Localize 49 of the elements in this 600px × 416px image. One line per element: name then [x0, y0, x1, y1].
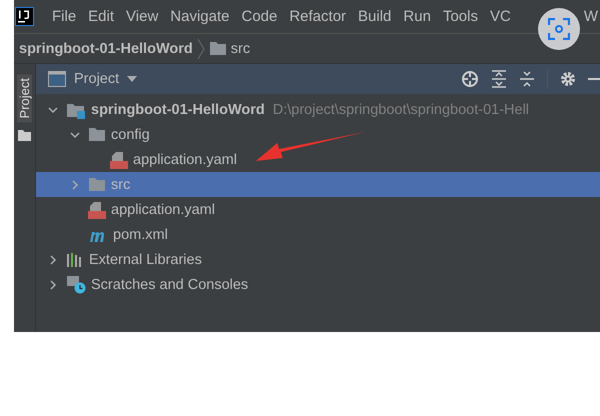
folder-icon [18, 130, 31, 142]
target-icon[interactable] [461, 70, 479, 88]
tree-item-label: application.yaml [111, 202, 215, 218]
tree-row[interactable]: application.yaml [36, 147, 600, 172]
tree-row[interactable]: config [36, 122, 600, 147]
folder-icon [88, 177, 106, 192]
tree-item-label: application.yaml [133, 152, 237, 168]
collapse-all-icon[interactable] [519, 70, 535, 88]
menu-item[interactable]: Code [235, 8, 284, 25]
tree-item-label: config [111, 126, 150, 142]
folder-icon [208, 41, 227, 56]
breadcrumb-item[interactable]: springboot-01-HelloWord [19, 40, 193, 56]
tree-item-label: springboot-01-HelloWord [91, 102, 265, 118]
library-icon [66, 252, 84, 267]
window-icon [48, 71, 66, 87]
folder-icon [88, 127, 106, 142]
expand-all-icon[interactable] [491, 70, 507, 88]
yaml-file-icon [88, 200, 106, 218]
tree-row[interactable]: Scratches and Consoles [36, 272, 600, 297]
menu-item[interactable]: Build [352, 8, 398, 25]
panel-title[interactable]: Project [74, 71, 120, 87]
minimize-icon[interactable] [588, 77, 600, 81]
tree-row[interactable]: application.yaml [36, 197, 600, 222]
dropdown-icon[interactable] [127, 76, 138, 82]
tree-row[interactable]: pom.xml [36, 222, 600, 247]
menu-item[interactable]: View [120, 8, 164, 25]
tree-item-label: Scratches and Consoles [91, 276, 248, 292]
tree-row[interactable]: External Libraries [36, 247, 600, 272]
project-tool-tab[interactable]: Project [17, 74, 32, 122]
menu-item[interactable]: Refactor [283, 8, 352, 25]
separator-icon [196, 38, 205, 60]
tree-row[interactable]: springboot-01-HelloWord D:\project\springboot\springboot-01-Hell [36, 97, 600, 122]
tree-item-label: pom.xml [113, 226, 168, 242]
tree-item-label: src [111, 176, 130, 192]
module-path: D:\project\springboot\springboot-01-Hell [272, 102, 530, 118]
lens-icon [548, 18, 570, 40]
menu-item[interactable]: W [584, 8, 598, 25]
menu-item[interactable]: Run [397, 8, 437, 25]
breadcrumb-item[interactable]: src [230, 40, 250, 56]
menu-item[interactable]: Navigate [164, 8, 236, 25]
menu-item[interactable]: VC [484, 8, 517, 25]
menu-item[interactable]: Edit [82, 8, 120, 25]
tree-item-label: External Libraries [89, 252, 202, 268]
app-logo[interactable] [15, 7, 34, 26]
yaml-file-icon [110, 150, 128, 168]
settings-icon[interactable] [560, 71, 576, 87]
scratch-icon [66, 275, 86, 294]
menu-item[interactable]: File [46, 8, 82, 25]
menu-item[interactable]: Tools [436, 8, 484, 25]
